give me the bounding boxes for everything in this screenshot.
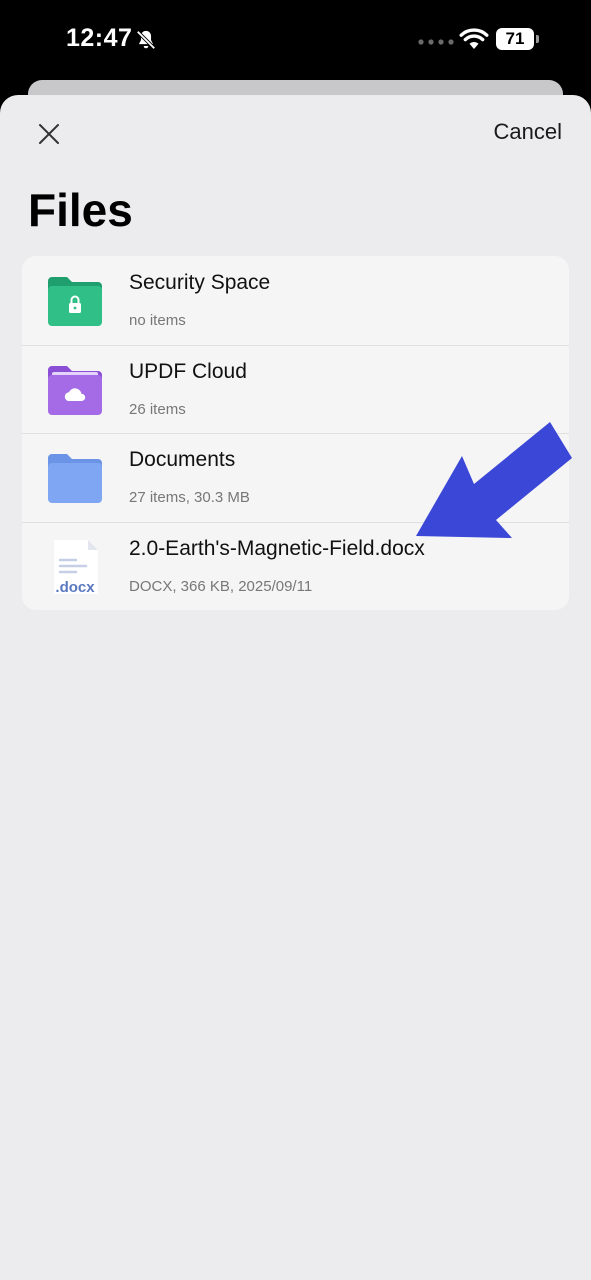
folder-icon (48, 454, 102, 503)
item-subtitle: 26 items (129, 400, 186, 418)
battery-icon: 71 (496, 28, 540, 52)
list-item-security-space[interactable]: Security Space no items (22, 256, 569, 345)
status-bar: 12:47 71 (0, 0, 591, 80)
files-sheet: Cancel Files Security Space no items UPD… (0, 95, 591, 1280)
cloud-folder-icon (48, 365, 102, 415)
status-time: 12:47 (66, 24, 133, 52)
item-title: Security Space (129, 271, 271, 294)
docx-label: .docx (55, 578, 95, 596)
close-button[interactable] (32, 117, 66, 151)
docx-file-icon: .docx (46, 538, 104, 596)
close-icon (39, 124, 59, 144)
signal-dots-icon (418, 39, 454, 45)
bell-slash-icon (136, 30, 156, 50)
item-title: UPDF Cloud (129, 359, 247, 383)
item-subtitle: DOCX, 366 KB, 2025/09/11 (129, 577, 313, 595)
item-title: 2.0-Earth's-Magnetic-Field.docx (129, 536, 425, 560)
wifi-icon (459, 28, 489, 49)
arrow-icon (416, 422, 572, 538)
battery-level: 71 (496, 28, 534, 50)
item-subtitle: no items (129, 312, 186, 329)
cancel-button[interactable]: Cancel (494, 119, 562, 145)
page-title: Files (28, 184, 133, 236)
item-title: Documents (129, 448, 236, 471)
item-subtitle: 27 items, 30.3 MB (129, 489, 250, 506)
lock-folder-icon (48, 277, 102, 326)
